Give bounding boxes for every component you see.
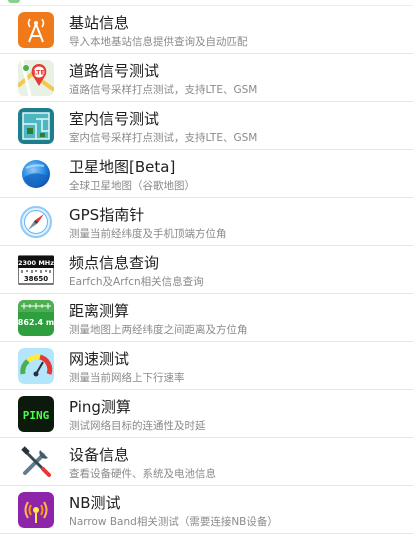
item-subtitle: Earfch及Arfcn相关信息查询 [69,276,204,288]
list-item-distance-measure[interactable]: 862.4 m 距离测算 测量地图上两经纬度之间距离及方位角 [0,294,413,342]
item-subtitle: 测试网络目标的连通性及时延 [69,420,206,432]
item-subtitle: 室内信号采样打点测试，支持LTE、GSM [69,132,258,144]
item-subtitle: 导入本地基站信息提供查询及自动匹配 [69,36,248,48]
frequency-display-icon: 2300 MHz 38650 [18,252,54,288]
cell-tower-icon [18,12,54,48]
frequency-channel-text: 38650 [24,275,48,283]
item-title: 室内信号测试 [69,110,160,128]
list-item-road-test[interactable]: LTE 道路信号测试 道路信号采样打点测试，支持LTE、GSM [0,54,413,102]
item-subtitle: 查看设备硬件、系统及电池信息 [69,468,216,480]
item-subtitle: 测量当前网络上下行速率 [69,372,185,384]
item-subtitle: 道路信号采样打点测试，支持LTE、GSM [69,84,258,96]
item-title: 卫星地图[Beta] [69,158,176,176]
list-item-base-station[interactable]: 基站信息 导入本地基站信息提供查询及自动匹配 [0,6,413,54]
item-subtitle: 测量当前经纬度及手机顶端方位角 [69,228,227,240]
item-subtitle: 全球卫星地图（谷歌地图） [69,180,195,192]
item-title: NB测试 [69,494,121,512]
feature-list: 基站信息 导入本地基站信息提供查询及自动匹配 LTE 道路信号测试 道路信号采样… [0,6,413,534]
tools-icon [18,444,54,480]
list-item-satellite-map[interactable]: 卫星地图[Beta] 全球卫星地图（谷歌地图） [0,150,413,198]
item-title: Ping测算 [69,398,131,416]
main-screen: 基站信息 导入本地基站信息提供查询及自动匹配 LTE 道路信号测试 道路信号采样… [0,0,413,546]
speedometer-icon [18,348,54,384]
list-item-frequency-query[interactable]: 2300 MHz 38650 频点信息查询 Earfch及Arfcn相关信息查询 [0,246,413,294]
item-title: 基站信息 [69,14,130,32]
item-title: GPS指南针 [69,206,145,224]
ping-icon: PING [18,396,54,432]
list-item-device-info[interactable]: 设备信息 查看设备硬件、系统及电池信息 [0,438,413,486]
list-item-gps-compass[interactable]: GPS指南针 测量当前经纬度及手机顶端方位角 [0,198,413,246]
svg-text:LTE: LTE [33,69,45,77]
list-item-ping-test[interactable]: PING Ping测算 测试网络目标的连通性及时延 [0,390,413,438]
frequency-mhz-text: 2300 MHz [18,259,54,267]
distance-measure-icon: 862.4 m [18,300,54,336]
item-title: 频点信息查询 [69,254,160,272]
nb-signal-icon [18,492,54,528]
item-title: 设备信息 [69,446,130,464]
indoor-floorplan-icon [18,108,54,144]
item-subtitle: Narrow Band相关测试（需要连接NB设备） [69,516,278,528]
item-subtitle: 测量地图上两经纬度之间距离及方位角 [69,324,248,336]
list-item-speed-test[interactable]: 网速测试 测量当前网络上下行速率 [0,342,413,390]
ping-text: PING [23,409,50,422]
list-item-nb-test[interactable]: NB测试 Narrow Band相关测试（需要连接NB设备） [0,486,413,534]
item-title: 道路信号测试 [69,62,160,80]
status-indicator [8,0,20,3]
item-title: 距离测算 [69,302,130,320]
satellite-map-icon [18,156,54,192]
distance-value-text: 862.4 m [18,318,54,327]
list-item-indoor-test[interactable]: 室内信号测试 室内信号采样打点测试，支持LTE、GSM [0,102,413,150]
compass-icon [18,204,54,240]
road-test-map-icon: LTE [18,60,54,96]
item-title: 网速测试 [69,350,130,368]
